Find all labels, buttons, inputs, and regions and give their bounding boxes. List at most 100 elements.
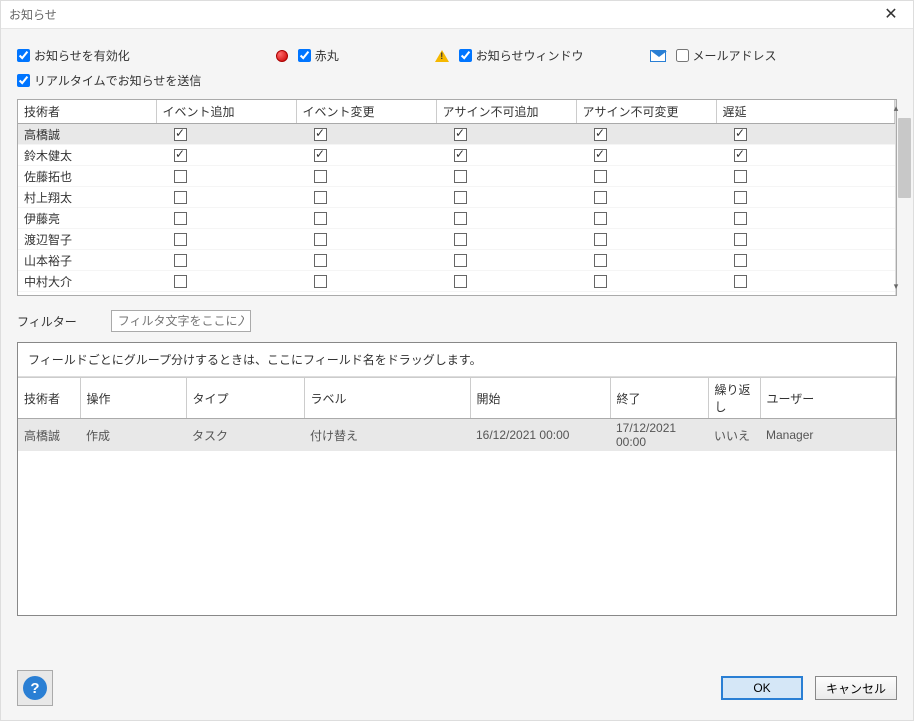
grid-checkbox[interactable] bbox=[734, 128, 747, 141]
grid-checkbox[interactable] bbox=[594, 149, 607, 162]
technician-table[interactable]: 技術者 イベント追加 イベント変更 アサイン不可追加 アサイン不可変更 遅延 高… bbox=[18, 100, 895, 295]
table-row[interactable]: 山本裕子 bbox=[18, 250, 895, 271]
grid-checkbox[interactable] bbox=[594, 233, 607, 246]
grid-checkbox[interactable] bbox=[174, 170, 187, 183]
grid-checkbox[interactable] bbox=[314, 254, 327, 267]
checkbox-cell bbox=[436, 292, 576, 296]
cancel-button[interactable]: キャンセル bbox=[815, 676, 897, 700]
grid-checkbox[interactable] bbox=[314, 128, 327, 141]
event-table[interactable]: 技術者 操作 タイプ ラベル 開始 終了 繰り返し ユーザー 高橋誠作成タスク付… bbox=[18, 377, 896, 451]
grid-checkbox[interactable] bbox=[314, 212, 327, 225]
red-dot-checkbox[interactable]: 赤丸 bbox=[298, 47, 339, 64]
table-row[interactable]: 加藤健 bbox=[18, 292, 895, 296]
checkbox-cell bbox=[156, 292, 296, 296]
grid-checkbox[interactable] bbox=[314, 170, 327, 183]
email-checkbox[interactable]: メールアドレス bbox=[676, 47, 777, 64]
red-dot-input[interactable] bbox=[298, 49, 311, 62]
enable-notifications-input[interactable] bbox=[17, 49, 30, 62]
grid2-header-type[interactable]: タイプ bbox=[186, 378, 304, 419]
bottom-bar: ? OK キャンセル bbox=[17, 670, 897, 706]
grid-checkbox[interactable] bbox=[734, 275, 747, 288]
table-row[interactable]: 中村大介 bbox=[18, 271, 895, 292]
grid-checkbox[interactable] bbox=[174, 149, 187, 162]
grid2-header-end[interactable]: 終了 bbox=[610, 378, 708, 419]
grid2-header-start[interactable]: 開始 bbox=[470, 378, 610, 419]
table-row[interactable]: 鈴木健太 bbox=[18, 145, 895, 166]
grid-checkbox[interactable] bbox=[594, 275, 607, 288]
grid-checkbox[interactable] bbox=[174, 191, 187, 204]
email-input[interactable] bbox=[676, 49, 689, 62]
window-checkbox[interactable]: お知らせウィンドウ bbox=[459, 47, 584, 64]
grid-checkbox[interactable] bbox=[734, 149, 747, 162]
grid-checkbox[interactable] bbox=[734, 254, 747, 267]
grid-checkbox[interactable] bbox=[594, 128, 607, 141]
grid-checkbox[interactable] bbox=[454, 191, 467, 204]
group-by-hint[interactable]: フィールドごとにグループ分けするときは、ここにフィールド名をドラッグします。 bbox=[18, 343, 896, 377]
checkbox-cell bbox=[156, 187, 296, 208]
checkbox-cell bbox=[576, 292, 716, 296]
grid1-header-event-add[interactable]: イベント追加 bbox=[156, 100, 296, 124]
checkbox-cell bbox=[296, 187, 436, 208]
grid-checkbox[interactable] bbox=[454, 128, 467, 141]
scroll-thumb[interactable] bbox=[898, 118, 911, 198]
grid-checkbox[interactable] bbox=[454, 275, 467, 288]
table-row[interactable]: 佐藤拓也 bbox=[18, 166, 895, 187]
event-cell-start: 16/12/2021 00:00 bbox=[470, 419, 610, 452]
grid-checkbox[interactable] bbox=[454, 233, 467, 246]
grid-checkbox[interactable] bbox=[314, 149, 327, 162]
table-row[interactable]: 村上翔太 bbox=[18, 187, 895, 208]
checkbox-cell bbox=[296, 292, 436, 296]
checkbox-cell bbox=[576, 124, 716, 145]
grid-checkbox[interactable] bbox=[734, 170, 747, 183]
grid-checkbox[interactable] bbox=[454, 254, 467, 267]
grid-checkbox[interactable] bbox=[594, 191, 607, 204]
grid-checkbox[interactable] bbox=[454, 170, 467, 183]
grid-checkbox[interactable] bbox=[314, 275, 327, 288]
window-group: お知らせウィンドウ bbox=[435, 47, 584, 64]
grid1-scrollbar[interactable]: ▴ ▾ bbox=[895, 100, 896, 295]
grid-checkbox[interactable] bbox=[174, 275, 187, 288]
grid2-header-repeat[interactable]: 繰り返し bbox=[708, 378, 760, 419]
table-row[interactable]: 高橋誠 bbox=[18, 124, 895, 145]
event-cell-tech: 高橋誠 bbox=[18, 419, 80, 452]
checkbox-cell bbox=[436, 208, 576, 229]
grid2-header-operation[interactable]: 操作 bbox=[80, 378, 186, 419]
close-button[interactable]: ✕ bbox=[875, 3, 907, 25]
checkbox-cell bbox=[436, 229, 576, 250]
grid1-header-delay[interactable]: 遅延 bbox=[716, 100, 895, 124]
ok-button[interactable]: OK bbox=[721, 676, 803, 700]
grid1-header-assign-change[interactable]: アサイン不可変更 bbox=[576, 100, 716, 124]
technician-name-cell: 鈴木健太 bbox=[18, 145, 156, 166]
grid-checkbox[interactable] bbox=[594, 170, 607, 183]
grid-checkbox[interactable] bbox=[734, 212, 747, 225]
grid-checkbox[interactable] bbox=[174, 233, 187, 246]
grid2-header-technician[interactable]: 技術者 bbox=[18, 378, 80, 419]
realtime-input[interactable] bbox=[17, 74, 30, 87]
grid2-header-label[interactable]: ラベル bbox=[304, 378, 470, 419]
grid1-header-event-change[interactable]: イベント変更 bbox=[296, 100, 436, 124]
grid1-header-assign-add[interactable]: アサイン不可追加 bbox=[436, 100, 576, 124]
help-button[interactable]: ? bbox=[17, 670, 53, 706]
enable-notifications-checkbox[interactable]: お知らせを有効化 bbox=[17, 47, 130, 64]
realtime-checkbox[interactable]: リアルタイムでお知らせを送信 bbox=[17, 72, 201, 89]
grid-checkbox[interactable] bbox=[174, 254, 187, 267]
grid1-header-technician[interactable]: 技術者 bbox=[18, 100, 156, 124]
checkbox-cell bbox=[436, 250, 576, 271]
table-row[interactable]: 高橋誠作成タスク付け替え16/12/2021 00:0017/12/2021 0… bbox=[18, 419, 896, 452]
grid-checkbox[interactable] bbox=[174, 128, 187, 141]
checkbox-cell bbox=[156, 271, 296, 292]
grid2-header-user[interactable]: ユーザー bbox=[760, 378, 896, 419]
filter-input[interactable] bbox=[111, 310, 251, 332]
grid-checkbox[interactable] bbox=[174, 212, 187, 225]
grid-checkbox[interactable] bbox=[454, 149, 467, 162]
grid-checkbox[interactable] bbox=[734, 191, 747, 204]
grid-checkbox[interactable] bbox=[594, 254, 607, 267]
grid-checkbox[interactable] bbox=[734, 233, 747, 246]
grid-checkbox[interactable] bbox=[454, 212, 467, 225]
window-input[interactable] bbox=[459, 49, 472, 62]
grid-checkbox[interactable] bbox=[314, 233, 327, 246]
table-row[interactable]: 渡辺智子 bbox=[18, 229, 895, 250]
grid-checkbox[interactable] bbox=[594, 212, 607, 225]
table-row[interactable]: 伊藤亮 bbox=[18, 208, 895, 229]
grid-checkbox[interactable] bbox=[314, 191, 327, 204]
